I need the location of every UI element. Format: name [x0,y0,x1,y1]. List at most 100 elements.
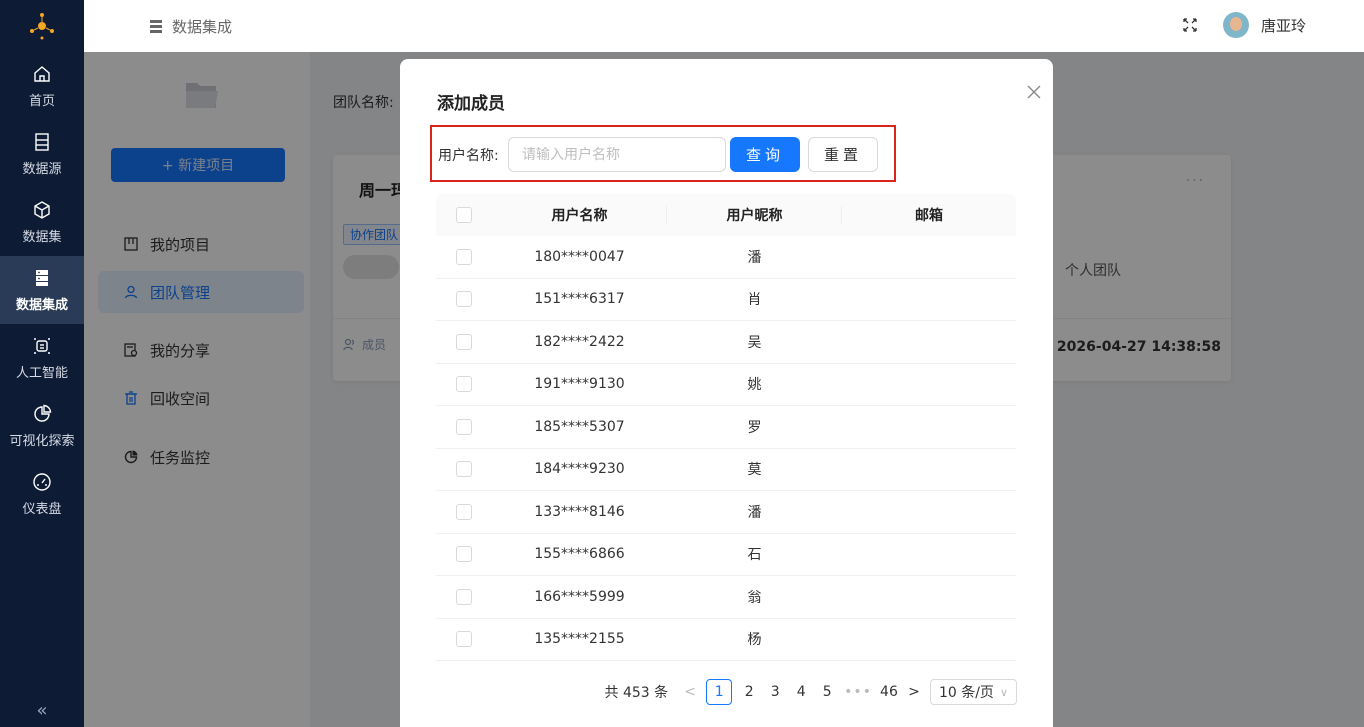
pie-chart-icon [34,404,52,422]
table-row[interactable]: 185****5307 罗 [436,406,1016,449]
cell-username: 133****8146 [534,503,625,520]
breadcrumb: 数据集成 [150,16,232,37]
row-checkbox[interactable] [456,291,472,308]
page-ellipsis[interactable]: ••• [844,684,872,700]
double-chevron-left-icon: « [36,699,48,721]
cell-nickname: 莫 [747,462,762,479]
cell-username: 182****2422 [534,333,625,350]
row-checkbox[interactable] [456,376,472,393]
page-size-select[interactable]: 10 条/页 ∨ [929,679,1017,705]
table-row[interactable]: 180****0047 潘 [436,236,1016,279]
nav-item-label: 数据集成 [15,297,68,313]
cell-username: 135****2155 [534,631,625,648]
cell-nickname: 姚 [747,377,762,394]
pagination: 共 453 条 < 1 2 3 4 5 ••• 46 > 10 条/页 ∨ [597,679,1017,705]
page-size-value: 10 条/页 [938,685,994,701]
row-checkbox[interactable] [456,503,472,520]
column-header-username: 用户名称 [551,208,608,224]
add-member-modal: 添加成员 用户名称: 查询 重置 用户名称 用户昵称 邮箱 180****004… [400,59,1053,727]
row-checkbox[interactable] [456,546,472,563]
cell-username: 166****5999 [534,588,625,605]
top-header: 数据集成 唐亚玲 [84,0,1364,52]
member-table: 用户名称 用户昵称 邮箱 180****0047 潘 151****6317 肖 182… [436,194,1016,661]
datasource-icon [35,132,49,151]
cell-nickname: 吴 [747,334,762,351]
cell-username: 185****5307 [534,418,625,435]
header-right: 唐亚玲 [1183,12,1306,38]
home-icon [34,65,50,82]
query-button[interactable]: 查询 [730,137,800,172]
nav-item-data-integration[interactable]: 数据集成 [0,256,84,324]
nav-item-label: 数据源 [22,161,62,177]
collapse-nav-button[interactable]: « [0,693,84,727]
table-row[interactable]: 166****5999 翁 [436,576,1016,619]
row-checkbox[interactable] [456,461,472,478]
nav-item-label: 首页 [28,93,55,109]
page-2[interactable]: 2 [740,684,758,700]
nav-item-dataset[interactable]: 数据集 [0,188,84,256]
page-3[interactable]: 3 [766,684,784,700]
search-form: 用户名称: 查询 重置 [430,125,896,182]
nav-item-label: 仪表盘 [22,501,62,517]
column-header-email: 邮箱 [915,208,943,224]
cell-username: 180****0047 [534,248,625,265]
table-row[interactable]: 135****2155 杨 [436,619,1016,661]
cell-nickname: 翁 [747,589,762,606]
cell-nickname: 石 [747,547,762,564]
chevron-down-icon: ∨ [999,685,1008,699]
page-1[interactable]: 1 [706,679,733,705]
username-search-input[interactable] [508,137,726,172]
nav-item-datasource[interactable]: 数据源 [0,120,84,188]
logo-icon [30,13,54,40]
table-header: 用户名称 用户昵称 邮箱 [436,194,1016,236]
table-row[interactable]: 155****6866 石 [436,534,1016,576]
table-row[interactable]: 182****2422 吴 [436,321,1016,364]
prev-page-icon[interactable]: < [682,684,698,700]
column-separator [841,206,842,224]
nav-item-home[interactable]: 首页 [0,52,84,120]
fullscreen-icon[interactable] [1183,18,1197,32]
cell-nickname: 杨 [747,632,762,649]
avatar[interactable] [1222,12,1249,38]
page-last[interactable]: 46 [880,684,898,700]
nav-item-label: 数据集 [22,229,62,245]
table-row[interactable]: 133****8146 潘 [436,491,1016,534]
row-checkbox[interactable] [456,248,472,265]
cell-nickname: 潘 [747,249,762,266]
total-count: 共 453 条 [604,685,669,701]
page-5[interactable]: 5 [818,684,836,700]
row-checkbox[interactable] [456,631,472,648]
nav-item-visual-explore[interactable]: 可视化探索 [0,392,84,460]
table-body: 180****0047 潘 151****6317 肖 182****2422 吴 191*… [436,236,1016,661]
username-label: 用户名称: [438,148,499,164]
page-4[interactable]: 4 [792,684,810,700]
cell-username: 151****6317 [534,291,625,308]
nav-item-ai[interactable]: 人工智能 [0,324,84,392]
table-row[interactable]: 151****6317 肖 [436,279,1016,321]
user-name[interactable]: 唐亚玲 [1261,15,1306,36]
server-icon [36,269,48,286]
cell-username: 184****9230 [534,461,625,478]
next-page-icon[interactable]: > [906,684,922,700]
row-checkbox[interactable] [456,333,472,350]
column-header-nickname: 用户昵称 [726,208,783,224]
table-row[interactable]: 191****9130 姚 [436,364,1016,406]
select-all-checkbox[interactable] [456,207,472,223]
cell-nickname: 潘 [747,504,762,521]
dashboard-icon [33,472,51,491]
breadcrumb-label: 数据集成 [172,18,233,36]
main-nav: 首页 数据源 数据集 数据集成 人工智能 可视化探索 仪表盘 « [0,0,84,727]
cell-nickname: 罗 [747,419,762,436]
nav-item-dashboard[interactable]: 仪表盘 [0,460,84,528]
reset-button[interactable]: 重置 [808,137,878,172]
row-checkbox[interactable] [456,418,472,435]
cell-username: 191****9130 [534,376,625,393]
table-row[interactable]: 184****9230 莫 [436,449,1016,491]
app-logo[interactable] [0,0,84,52]
row-checkbox[interactable] [456,588,472,605]
column-separator [666,206,667,224]
list-icon [150,19,162,33]
close-icon[interactable] [1027,85,1041,99]
robot-icon [34,337,50,354]
cube-icon [34,200,50,219]
